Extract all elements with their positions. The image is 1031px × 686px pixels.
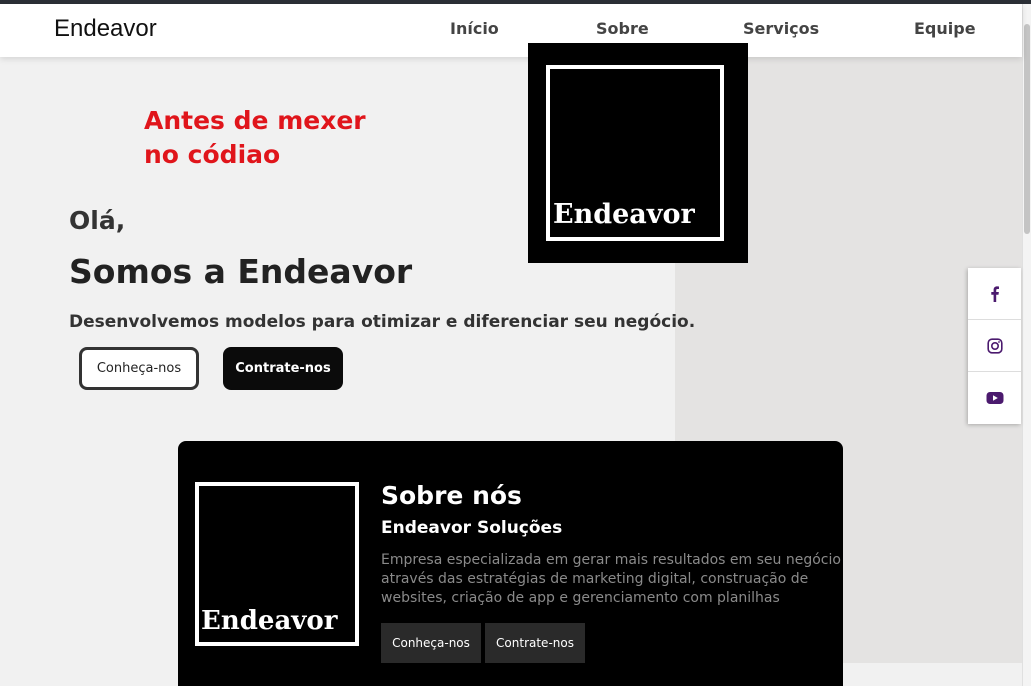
youtube-icon xyxy=(986,392,1003,404)
about-conheca-nos-button[interactable]: Conheça-nos xyxy=(381,623,481,663)
about-description: Empresa especializada em gerar mais resu… xyxy=(381,552,841,606)
nav-link-sobre[interactable]: Sobre xyxy=(596,19,649,38)
nav-link-servicos[interactable]: Serviços xyxy=(743,19,819,38)
social-sidebar xyxy=(968,268,1021,424)
conheca-nos-button[interactable]: Conheça-nos xyxy=(79,347,199,390)
annotation-line-1: Antes de mexer xyxy=(144,106,366,135)
facebook-link[interactable] xyxy=(968,268,1021,320)
hero-subline: Desenvolvemos modelos para otimizar e di… xyxy=(69,312,696,332)
page-scrollbar[interactable] xyxy=(1022,4,1031,686)
about-subtitle: Endeavor Soluções xyxy=(381,518,563,538)
about-section: Endeavor Sobre nós Endeavor Soluções Emp… xyxy=(178,441,843,686)
about-logo-text: Endeavor xyxy=(201,606,338,636)
about-title: Sobre nós xyxy=(381,481,522,510)
facebook-icon xyxy=(990,285,999,302)
youtube-link[interactable] xyxy=(968,372,1021,424)
annotation-line-2: no códiao xyxy=(144,140,281,166)
hero-headline: Somos a Endeavor xyxy=(69,252,413,291)
hero-greeting: Olá, xyxy=(69,206,126,235)
hero-logo-text: Endeavor xyxy=(553,199,695,230)
nav-link-equipe[interactable]: Equipe xyxy=(914,19,976,38)
annotation-note: Antes de mexer no códiao xyxy=(144,104,404,166)
navbar: Endeavor Início Sobre Serviços Equipe xyxy=(0,4,1022,57)
contrate-nos-button[interactable]: Contrate-nos xyxy=(223,347,343,390)
scrollbar-thumb[interactable] xyxy=(1024,24,1030,234)
about-contrate-nos-button[interactable]: Contrate-nos xyxy=(485,623,585,663)
nav-link-inicio[interactable]: Início xyxy=(450,19,499,38)
instagram-icon xyxy=(986,337,1003,354)
instagram-link[interactable] xyxy=(968,320,1021,372)
brand-logo[interactable]: Endeavor xyxy=(54,15,157,43)
hero-logo-image: Endeavor xyxy=(528,43,748,263)
about-logo-image: Endeavor xyxy=(195,482,359,646)
